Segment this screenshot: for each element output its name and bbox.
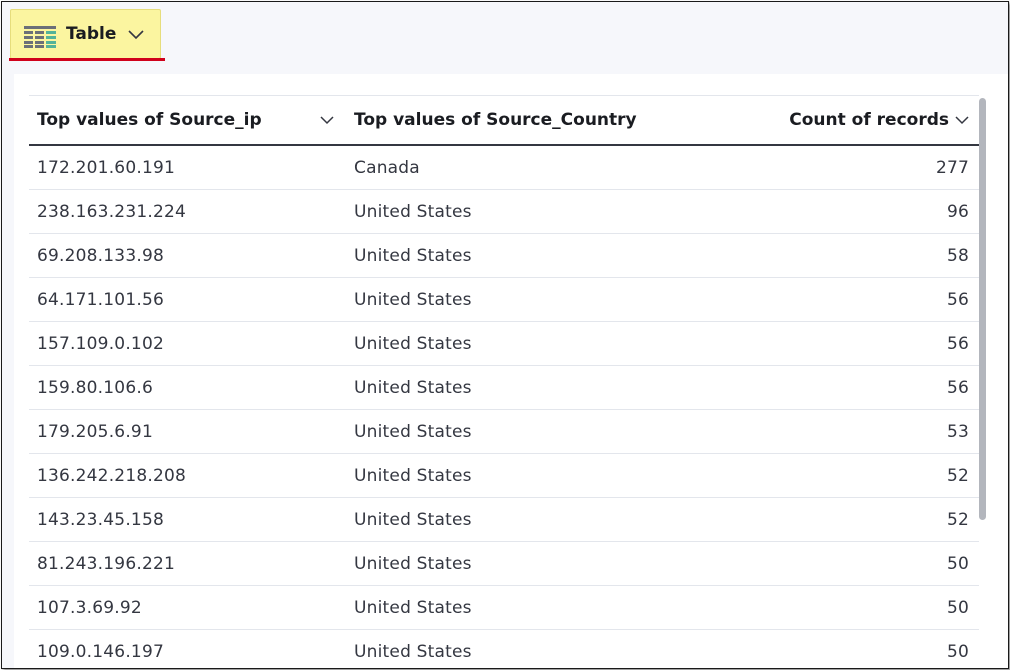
- cell-source-ip[interactable]: 238.163.231.224: [29, 189, 346, 234]
- cell-count[interactable]: 56: [663, 365, 979, 410]
- toolbar: Table: [2, 2, 1008, 72]
- table-row: 238.163.231.224 United States 96: [29, 189, 979, 234]
- app-frame: Table Top values of Source_ip Top values…: [1, 1, 1009, 669]
- highlight-underline: [9, 58, 165, 61]
- cell-source-ip[interactable]: 136.242.218.208: [29, 453, 346, 498]
- cell-count[interactable]: 50: [663, 629, 979, 668]
- cell-source-country[interactable]: United States: [346, 453, 663, 498]
- cell-count[interactable]: 58: [663, 233, 979, 278]
- table-row: 157.109.0.102 United States 56: [29, 321, 979, 366]
- cell-source-country[interactable]: United States: [346, 189, 663, 234]
- table-row: 69.208.133.98 United States 58: [29, 233, 979, 278]
- cell-count[interactable]: 52: [663, 453, 979, 498]
- cell-source-ip[interactable]: 64.171.101.56: [29, 277, 346, 322]
- cell-source-ip[interactable]: 143.23.45.158: [29, 497, 346, 542]
- cell-count[interactable]: 56: [663, 277, 979, 322]
- cell-source-ip[interactable]: 81.243.196.221: [29, 541, 346, 586]
- cell-source-ip[interactable]: 69.208.133.98: [29, 233, 346, 278]
- cell-source-ip[interactable]: 159.80.106.6: [29, 365, 346, 410]
- visualization-type-button[interactable]: Table: [9, 9, 165, 61]
- table-body: 172.201.60.191 Canada 277 238.163.231.22…: [29, 145, 979, 668]
- chevron-down-icon[interactable]: [320, 115, 334, 125]
- table-row: 81.243.196.221 United States 50: [29, 541, 979, 586]
- data-table-container: Top values of Source_ip Top values of So…: [29, 95, 979, 668]
- cell-source-country[interactable]: United States: [346, 585, 663, 630]
- column-header-label: Top values of Source_ip: [37, 110, 262, 130]
- cell-source-country[interactable]: United States: [346, 277, 663, 322]
- cell-count[interactable]: 53: [663, 409, 979, 454]
- cell-count[interactable]: 50: [663, 585, 979, 630]
- column-header-source-ip[interactable]: Top values of Source_ip: [29, 95, 346, 146]
- visualization-type-label: Table: [66, 24, 117, 44]
- table-row: 179.205.6.91 United States 53: [29, 409, 979, 454]
- table-row: 109.0.146.197 United States 50: [29, 629, 979, 668]
- column-header-source-country[interactable]: Top values of Source_Country: [346, 95, 663, 146]
- table-row: 143.23.45.158 United States 52: [29, 497, 979, 542]
- table-panel: Top values of Source_ip Top values of So…: [14, 74, 1008, 668]
- cell-source-country[interactable]: United States: [346, 233, 663, 278]
- cell-source-country[interactable]: United States: [346, 497, 663, 542]
- chevron-down-icon: [128, 30, 144, 40]
- cell-source-ip[interactable]: 107.3.69.92: [29, 585, 346, 630]
- table-row: 159.80.106.6 United States 56: [29, 365, 979, 410]
- vertical-scrollbar[interactable]: [979, 98, 986, 520]
- cell-source-ip[interactable]: 109.0.146.197: [29, 629, 346, 668]
- table-row: 136.242.218.208 United States 52: [29, 453, 979, 498]
- chevron-down-icon[interactable]: [955, 115, 969, 125]
- column-header-label: Top values of Source_Country: [354, 110, 637, 130]
- cell-count[interactable]: 56: [663, 321, 979, 366]
- cell-source-ip[interactable]: 157.109.0.102: [29, 321, 346, 366]
- cell-source-country[interactable]: United States: [346, 365, 663, 410]
- table-row: 107.3.69.92 United States 50: [29, 585, 979, 630]
- cell-source-country[interactable]: United States: [346, 541, 663, 586]
- cell-count[interactable]: 50: [663, 541, 979, 586]
- cell-source-country[interactable]: United States: [346, 629, 663, 668]
- cell-source-ip[interactable]: 172.201.60.191: [29, 145, 346, 190]
- table-icon: [24, 26, 56, 48]
- cell-count[interactable]: 52: [663, 497, 979, 542]
- cell-source-country[interactable]: United States: [346, 321, 663, 366]
- cell-count[interactable]: 277: [663, 145, 979, 190]
- table-header-row: Top values of Source_ip Top values of So…: [29, 95, 979, 146]
- data-table: Top values of Source_ip Top values of So…: [29, 95, 979, 668]
- cell-source-ip[interactable]: 179.205.6.91: [29, 409, 346, 454]
- column-header-label: Count of records: [789, 110, 949, 130]
- column-header-count[interactable]: Count of records: [663, 95, 979, 146]
- table-row: 172.201.60.191 Canada 277: [29, 145, 979, 190]
- table-row: 64.171.101.56 United States 56: [29, 277, 979, 322]
- cell-count[interactable]: 96: [663, 189, 979, 234]
- cell-source-country[interactable]: United States: [346, 409, 663, 454]
- cell-source-country[interactable]: Canada: [346, 145, 663, 190]
